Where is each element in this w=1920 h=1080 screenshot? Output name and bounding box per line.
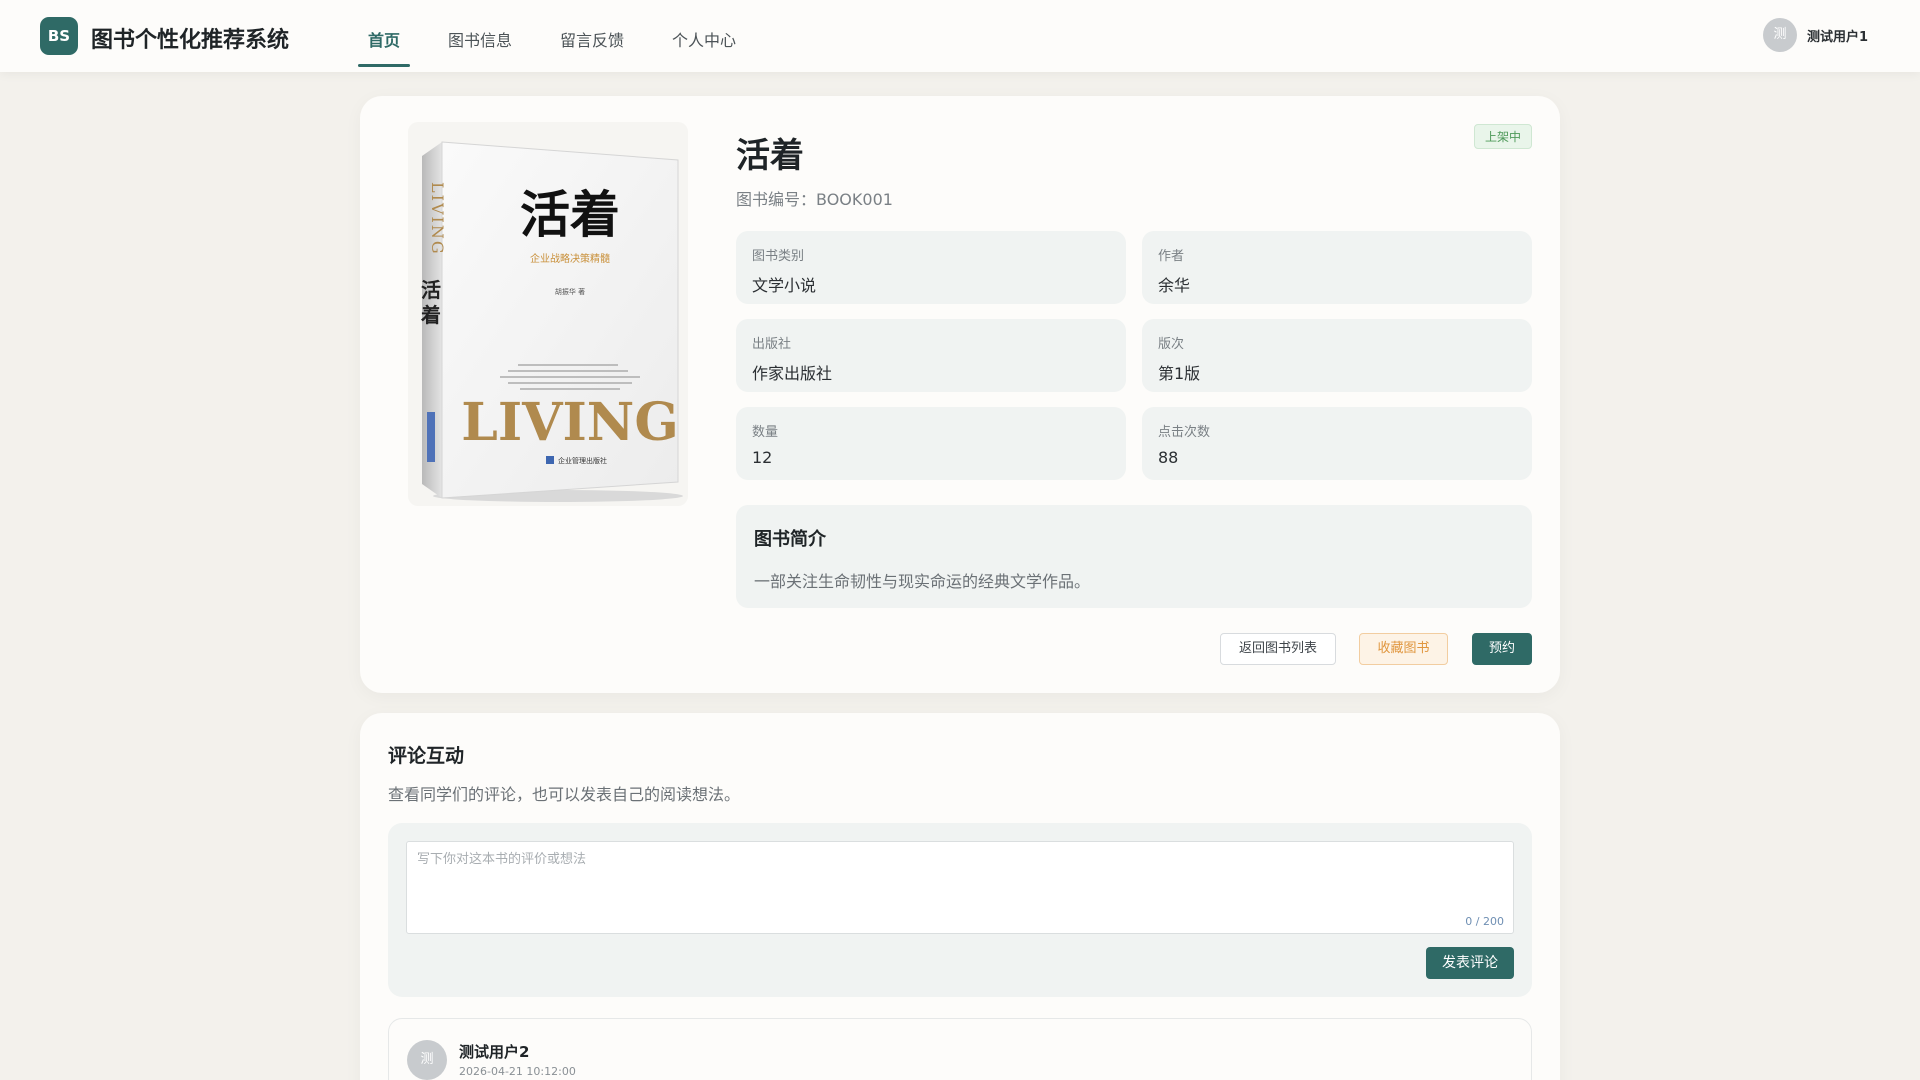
comment-section-title: 评论互动 — [388, 745, 465, 767]
cover-english-title: LIVING — [461, 392, 679, 453]
book-title: 活着 — [736, 136, 804, 176]
nav-item-feedback[interactable]: 留言反馈 — [550, 0, 634, 72]
info-label: 出版社 — [752, 337, 792, 352]
info-category: 图书类别 文学小说 — [736, 231, 1126, 304]
avatar[interactable]: 测 — [1762, 18, 1797, 52]
book-number-value: BOOK001 — [816, 190, 893, 209]
info-quantity: 数量 12 — [736, 407, 1126, 480]
reserve-button[interactable]: 预约 — [1472, 633, 1532, 665]
info-label: 点击次数 — [1158, 425, 1211, 440]
status-badge: 上架中 — [1473, 124, 1532, 149]
comment-input[interactable] — [406, 841, 1514, 934]
info-label: 作者 — [1158, 249, 1185, 264]
book-cover-illustration: LIVING 活 着 活着 企业战略决策精髓 胡振华 著 LIVING 企业管理… — [420, 141, 683, 502]
comment-time: 2026-04-21 10:12:00 — [459, 1065, 576, 1078]
intro-text: 一部关注生命韧性与现实命运的经典文学作品。 — [754, 572, 1091, 591]
info-value: 12 — [752, 448, 773, 467]
avatar: 测 — [407, 1040, 447, 1080]
cover-publisher: 企业管理出版社 — [558, 456, 607, 465]
cover-spine-title-1: 活 — [421, 278, 441, 302]
nav-item-home[interactable]: 首页 — [358, 0, 411, 72]
book-detail-card: LIVING 活 着 活着 企业战略决策精髓 胡振华 著 LIVING 企业管理… — [360, 96, 1560, 693]
comment-item: 测 测试用户2 2026-04-21 10:12:00 — [388, 1018, 1532, 1080]
comment-section: 评论互动 查看同学们的评论，也可以发表自己的阅读想法。 0 / 200 发表评论… — [360, 713, 1560, 1080]
book-cover-image: LIVING 活 着 活着 企业战略决策精髓 胡振华 著 LIVING 企业管理… — [408, 122, 688, 506]
book-intro: 图书简介 一部关注生命韧性与现实命运的经典文学作品。 — [736, 505, 1532, 608]
comment-compose-box: 0 / 200 发表评论 — [388, 823, 1532, 997]
cover-spine-english: LIVING — [428, 182, 447, 256]
info-value: 第1版 — [1158, 364, 1201, 383]
back-to-list-button[interactable]: 返回图书列表 — [1220, 633, 1336, 665]
nav-item-profile[interactable]: 个人中心 — [662, 0, 746, 72]
info-label: 版次 — [1158, 337, 1185, 352]
comment-user: 测试用户2 — [459, 1043, 530, 1061]
user-name[interactable]: 测试用户1 — [1807, 26, 1868, 45]
cover-subtitle: 企业战略决策精髓 — [530, 252, 610, 265]
user-menu[interactable]: 测 测试用户1 — [1762, 18, 1868, 52]
info-clicks: 点击次数 88 — [1142, 407, 1532, 480]
info-value: 余华 — [1158, 276, 1191, 295]
char-count: 0 / 200 — [1465, 915, 1504, 928]
post-comment-button[interactable]: 发表评论 — [1426, 947, 1514, 979]
book-number: 图书编号：BOOK001 — [736, 186, 893, 210]
info-value: 文学小说 — [752, 276, 817, 295]
cover-author: 胡振华 著 — [555, 287, 585, 296]
info-publisher: 出版社 作家出版社 — [736, 319, 1126, 392]
app-title[interactable]: 图书个性化推荐系统 — [91, 22, 289, 54]
info-label: 数量 — [752, 425, 779, 440]
comment-section-subtitle: 查看同学们的评论，也可以发表自己的阅读想法。 — [388, 785, 741, 804]
cover-spine-title-2: 着 — [420, 303, 441, 327]
cover-title: 活着 — [520, 185, 620, 244]
main-nav: 首页 图书信息 留言反馈 个人中心 — [358, 0, 774, 72]
book-info-grid: 图书类别 文学小说 作者 余华 出版社 作家出版社 版次 第1版 数量 12 点… — [736, 231, 1532, 480]
nav-item-books[interactable]: 图书信息 — [438, 0, 522, 72]
info-edition: 版次 第1版 — [1142, 319, 1532, 392]
favorite-button[interactable]: 收藏图书 — [1359, 633, 1448, 665]
info-author: 作者 余华 — [1142, 231, 1532, 304]
top-header: BS 图书个性化推荐系统 首页 图书信息 留言反馈 个人中心 测 测试用户1 — [0, 0, 1920, 72]
logo-badge[interactable]: BS — [40, 17, 78, 55]
book-number-label: 图书编号： — [736, 190, 817, 209]
info-value: 88 — [1158, 448, 1179, 467]
info-value: 作家出版社 — [752, 364, 833, 383]
intro-title: 图书简介 — [754, 529, 826, 550]
info-label: 图书类别 — [752, 249, 805, 264]
